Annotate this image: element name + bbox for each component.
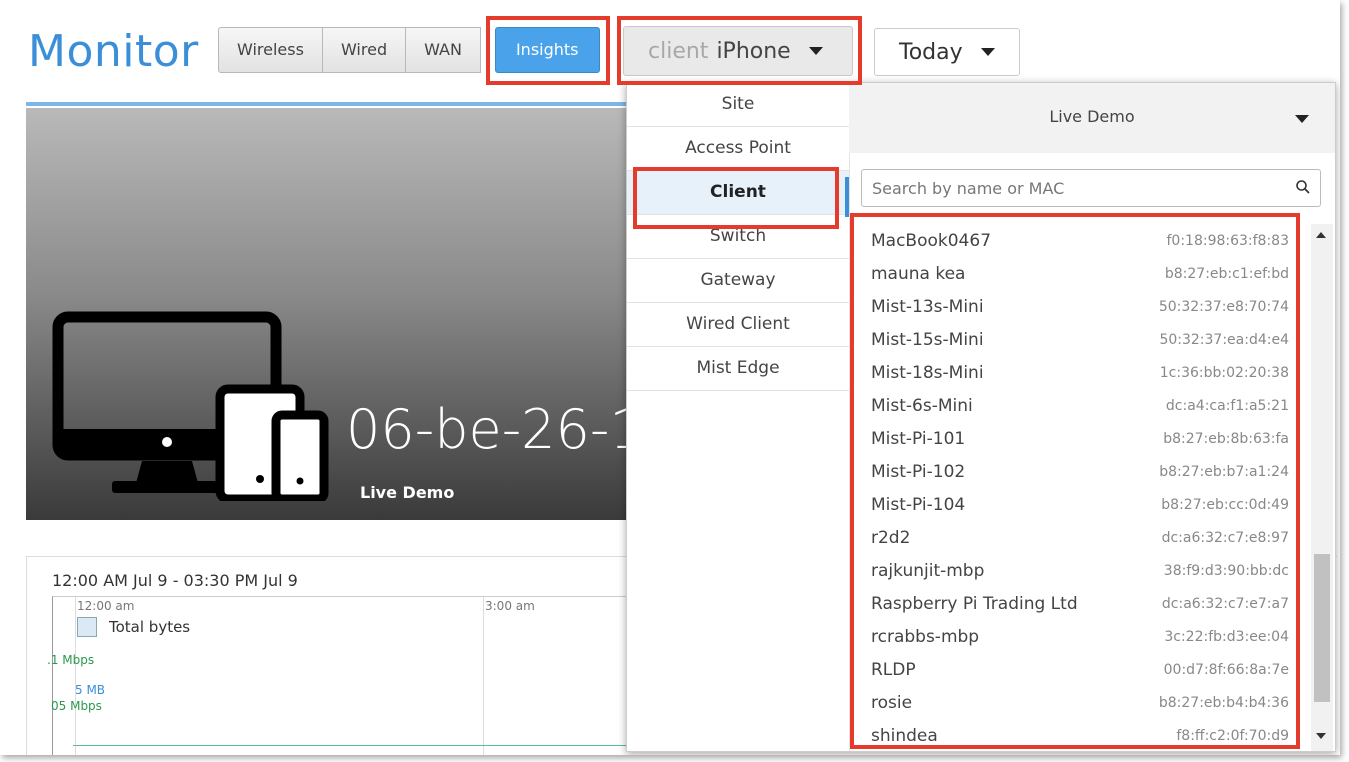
- client-selector-value: iPhone: [716, 38, 791, 64]
- client-mac: dc:a6:32:c7:e8:97: [1161, 529, 1289, 546]
- client-mac: 50:32:37:e8:70:74: [1158, 298, 1289, 315]
- site-selector[interactable]: Live Demo: [849, 83, 1335, 153]
- client-list-item[interactable]: Mist-Pi-101 b8:27:eb:8b:63:fa: [857, 422, 1305, 455]
- client-list-item[interactable]: shindea f8:ff:c2:0f:70:d9: [857, 719, 1305, 751]
- client-mac: 38:f9:d3:90:bb:dc: [1163, 562, 1289, 579]
- chart-gridline: [483, 597, 484, 755]
- app-frame: Monitor Wireless Wired WAN Insights clie…: [0, 0, 1340, 755]
- client-name: rajkunjit-mbp: [871, 560, 985, 581]
- client-selector-key: client: [648, 38, 709, 64]
- tab-insights[interactable]: Insights: [494, 27, 600, 73]
- client-list-item[interactable]: r2d2 dc:a6:32:c7:e8:97: [857, 521, 1305, 554]
- client-list-item[interactable]: Mist-13s-Mini 50:32:37:e8:70:74: [857, 290, 1305, 323]
- page-title: Monitor: [28, 26, 199, 77]
- client-name: rcrabbs-mbp: [871, 626, 980, 647]
- client-hero-banner: 06-be-26-1 Live Demo: [26, 108, 646, 520]
- client-list-item[interactable]: Mist-Pi-104 b8:27:eb:cc:0d:49: [857, 488, 1305, 521]
- client-search-input[interactable]: [861, 169, 1321, 207]
- client-list-item[interactable]: Mist-Pi-102 b8:27:eb:b7:a1:24: [857, 455, 1305, 488]
- client-mac: b8:27:eb:b7:a1:24: [1159, 463, 1289, 480]
- chart-y-label: 5 MB: [75, 683, 106, 697]
- client-mac: dc:a6:32:c7:e7:a7: [1161, 595, 1289, 612]
- category-gateway[interactable]: Gateway: [627, 259, 849, 303]
- chevron-down-icon: [808, 47, 823, 55]
- client-mac: 1c:36:bb:02:20:38: [1159, 364, 1289, 381]
- client-name: Raspberry Pi Trading Ltd: [871, 593, 1078, 614]
- category-site[interactable]: Site: [627, 83, 849, 127]
- client-name: Mist-13s-Mini: [871, 296, 984, 317]
- legend-label: Total bytes: [109, 618, 191, 636]
- client-list-item[interactable]: MacBook0467 f0:18:98:63:f8:83: [857, 224, 1305, 257]
- client-list-item[interactable]: Raspberry Pi Trading Ltd dc:a6:32:c7:e7:a…: [857, 587, 1305, 620]
- scroll-up-arrow-icon[interactable]: [1316, 232, 1326, 238]
- client-name: Mist-6s-Mini: [871, 395, 973, 416]
- chart-tick-label: 3:00 am: [485, 599, 535, 613]
- client-list-scrollbar[interactable]: [1311, 224, 1333, 751]
- site-selector-value: Live Demo: [1049, 107, 1135, 126]
- client-selector-dropdown[interactable]: client iPhone: [623, 26, 853, 76]
- client-name: mauna kea: [871, 263, 966, 284]
- client-mac: 00:d7:8f:66:8a:7e: [1163, 661, 1289, 678]
- tab-wireless[interactable]: Wireless: [218, 27, 323, 73]
- category-list: Site Access Point Client Switch Gateway …: [627, 83, 850, 751]
- client-name: Mist-Pi-104: [871, 494, 966, 515]
- chevron-down-icon: [980, 48, 995, 56]
- scrollbar-thumb[interactable]: [1314, 554, 1330, 702]
- client-list-item[interactable]: RLDP 00:d7:8f:66:8a:7e: [857, 653, 1305, 686]
- tab-wired[interactable]: Wired: [321, 27, 407, 73]
- time-range-value: Today: [899, 39, 963, 65]
- chart-y-label: 05 Mbps: [51, 699, 102, 713]
- client-mac: dc:a4:ca:f1:a5:21: [1165, 397, 1289, 414]
- client-list-item[interactable]: rajkunjit-mbp 38:f9:d3:90:bb:dc: [857, 554, 1305, 587]
- client-list-item[interactable]: Mist-15s-Mini 50:32:37:ea:d4:e4: [857, 323, 1305, 356]
- client-name: Mist-Pi-102: [871, 461, 966, 482]
- chart-legend[interactable]: Total bytes: [77, 617, 190, 637]
- header-divider: [26, 102, 626, 106]
- client-mac: b8:27:eb:b4:b4:36: [1158, 694, 1289, 711]
- client-name: r2d2: [871, 527, 911, 548]
- client-mac: b8:27:eb:c1:ef:bd: [1164, 265, 1289, 282]
- chevron-down-icon: [1295, 115, 1309, 123]
- client-mac: b8:27:eb:cc:0d:49: [1161, 496, 1289, 513]
- client-mac: f8:ff:c2:0f:70:d9: [1176, 727, 1289, 744]
- client-list: MacBook0467 f0:18:98:63:f8:83 mauna kea b8:…: [857, 224, 1305, 751]
- client-name: rosie: [871, 692, 913, 713]
- client-list-item[interactable]: mauna kea b8:27:eb:c1:ef:bd: [857, 257, 1305, 290]
- client-name: MacBook0467: [871, 230, 992, 251]
- chart-time-range: 12:00 AM Jul 9 - 03:30 PM Jul 9: [52, 571, 298, 590]
- chart-tick-label: 12:00 am: [77, 599, 135, 613]
- chart-gridline: [75, 597, 76, 755]
- client-devices-icon: [52, 311, 329, 501]
- client-list-item[interactable]: Mist-6s-Mini dc:a4:ca:f1:a5:21: [857, 389, 1305, 422]
- client-identifier: 06-be-26-1: [346, 398, 644, 461]
- client-name: Mist-15s-Mini: [871, 329, 984, 350]
- category-client[interactable]: Client: [627, 171, 849, 215]
- client-mac: f0:18:98:63:f8:83: [1166, 232, 1289, 249]
- selected-category-indicator: [845, 177, 849, 217]
- client-name: RLDP: [871, 659, 916, 680]
- chart-y-label: .1 Mbps: [47, 653, 95, 667]
- client-picker-dropdown: Site Access Point Client Switch Gateway …: [626, 82, 1336, 752]
- client-name: Mist-Pi-101: [871, 428, 966, 449]
- client-site-name: Live Demo: [360, 483, 455, 502]
- time-range-dropdown[interactable]: Today: [874, 28, 1020, 76]
- client-list-item[interactable]: rosie b8:27:eb:b4:b4:36: [857, 686, 1305, 719]
- category-mist-edge[interactable]: Mist Edge: [627, 347, 849, 391]
- client-mac: 50:32:37:ea:d4:e4: [1159, 331, 1289, 348]
- tab-wan[interactable]: WAN: [405, 27, 481, 73]
- client-mac: b8:27:eb:8b:63:fa: [1163, 430, 1289, 447]
- legend-swatch: [77, 617, 97, 637]
- client-name: shindea: [871, 725, 938, 746]
- search-icon[interactable]: [1295, 179, 1311, 195]
- scroll-down-arrow-icon[interactable]: [1316, 733, 1326, 739]
- client-list-item[interactable]: Mist-18s-Mini 1c:36:bb:02:20:38: [857, 356, 1305, 389]
- client-mac: 3c:22:fb:d3:ee:04: [1164, 628, 1289, 645]
- category-access-point[interactable]: Access Point: [627, 127, 849, 171]
- client-list-item[interactable]: rcrabbs-mbp 3c:22:fb:d3:ee:04: [857, 620, 1305, 653]
- client-name: Mist-18s-Mini: [871, 362, 984, 383]
- category-switch[interactable]: Switch: [627, 215, 849, 259]
- monitor-tabs: Wireless Wired WAN Insights: [218, 27, 600, 73]
- category-wired-client[interactable]: Wired Client: [627, 303, 849, 347]
